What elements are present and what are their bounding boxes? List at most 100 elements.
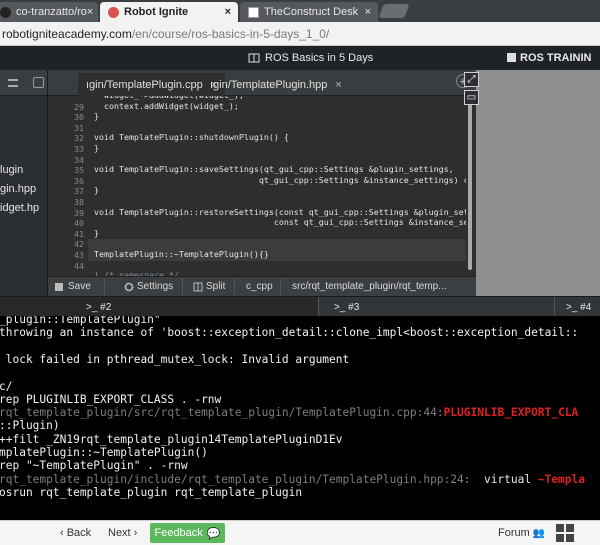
editor-status-bar: Save Settings Split c_cpp src/rqt_templa… bbox=[48, 276, 476, 296]
feedback-button[interactable]: Feedback 💬 bbox=[150, 523, 225, 543]
forum-label: Forum bbox=[498, 527, 530, 539]
line-number: 33 bbox=[74, 144, 84, 154]
code-area[interactable]: widget_->addWidget(widget_); context.add… bbox=[88, 96, 466, 276]
url-path: /en/course/ros-basics-in-5-days_1_0/ bbox=[131, 26, 330, 41]
line-number: 34 bbox=[74, 154, 84, 165]
line-number: 35 bbox=[74, 165, 84, 176]
terminal-line: c/ bbox=[0, 380, 12, 393]
editor-tab-bar: ıgin/TemplatePlugin.cpp × ıgin/TemplateP… bbox=[48, 70, 476, 96]
split-icon bbox=[193, 282, 203, 292]
code-line: context.addWidget(widget_); bbox=[94, 100, 239, 111]
line-number: 37 bbox=[74, 186, 84, 197]
settings-button[interactable]: Settings bbox=[137, 281, 173, 292]
monitor-icon[interactable]: ▭ bbox=[464, 90, 479, 105]
line-number: 30 bbox=[74, 112, 84, 123]
page-icon bbox=[248, 6, 259, 18]
ros-training-link[interactable]: ROS TRAININ bbox=[520, 52, 592, 64]
terminal-text: virtual bbox=[470, 472, 538, 486]
terminal-line: rep "~TemplatePlugin" . -rnw bbox=[0, 459, 188, 472]
url-host: robotigniteacademy.com bbox=[2, 26, 132, 41]
code-line: widget_->addWidget(widget_); bbox=[94, 96, 244, 100]
terminal-line: throwing an instance of 'boost::exceptio… bbox=[0, 326, 578, 339]
line-number: 39 bbox=[74, 207, 84, 218]
editor-tab-hpp[interactable]: ıgin/TemplatePlugin.hpp × bbox=[202, 73, 350, 96]
file-tree-item[interactable]: lugin bbox=[0, 164, 23, 176]
file-path: src/rqt_template_plugin/rqt_temp... bbox=[292, 281, 447, 292]
terminal-line: _plugin::TemplatePlugin" bbox=[0, 316, 161, 326]
language-mode[interactable]: c_cpp bbox=[246, 281, 273, 292]
terminal-line: ::Plugin) bbox=[0, 419, 60, 432]
editor-scrollbar[interactable] bbox=[468, 100, 472, 270]
back-button[interactable]: ‹ Back bbox=[60, 527, 91, 539]
line-number: 43 bbox=[74, 250, 84, 260]
code-line: } bbox=[94, 227, 99, 238]
line-number: 29 bbox=[74, 101, 84, 112]
save-button[interactable]: Save bbox=[68, 281, 91, 292]
terminal-text: PLUGINLIB_EXPORT_CLA bbox=[443, 406, 579, 420]
line-number: 36 bbox=[74, 175, 84, 186]
terminal-line: rqt_template_plugin/include/rqt_template… bbox=[0, 473, 585, 486]
next-button[interactable]: Next › bbox=[108, 527, 137, 539]
terminal-tab-label: >_ #3 bbox=[334, 301, 360, 313]
terminal-line: rqt_template_plugin/src/rqt_template_plu… bbox=[0, 406, 578, 419]
course-footer: ‹ Back Next › Feedback 💬 Forum 👥 bbox=[0, 520, 600, 545]
site-navbar: ROS Basics in 5 Days ROS TRAININ bbox=[0, 46, 600, 70]
terminal-text: rep PLUGINLIB_EXPORT_CLASS . -rnw bbox=[0, 392, 222, 406]
terminal-text: lock failed in pthread_mutex_lock: Inval… bbox=[0, 352, 350, 366]
line-number: 42 bbox=[74, 239, 84, 250]
code-line: void TemplatePlugin::shutdownPlugin() { bbox=[94, 132, 289, 143]
terminal-text: ::Plugin) bbox=[0, 419, 60, 433]
line-number: 38 bbox=[74, 197, 84, 207]
collapse-icon[interactable] bbox=[33, 77, 44, 88]
file-tree-item[interactable]: gin.hpp bbox=[0, 183, 36, 195]
address-bar[interactable]: robotigniteacademy.com/en/course/ros-bas… bbox=[0, 22, 600, 46]
terminal-line: rep PLUGINLIB_EXPORT_CLASS . -rnw bbox=[0, 393, 221, 406]
close-icon[interactable]: × bbox=[225, 6, 231, 18]
terminal-text: rqt_template_plugin/src/rqt_template_plu… bbox=[0, 406, 424, 420]
terminal-tab-3[interactable]: >_ #3 bbox=[318, 297, 554, 317]
terminal-tab-4[interactable]: >_ #4 bbox=[554, 297, 600, 317]
terminal-tab-label: >_ #2 bbox=[86, 301, 112, 313]
close-icon[interactable]: × bbox=[87, 6, 93, 18]
terminal-text: rqt_template_plugin/include/rqt_template… bbox=[0, 472, 471, 486]
grid-menu-icon[interactable] bbox=[556, 524, 574, 542]
line-gutter: 29 30 31 32 33 34 35 36 37 38 39 40 41 42 43 44 bbox=[48, 96, 88, 276]
menu-icon[interactable] bbox=[8, 79, 18, 87]
robot-ignite-icon bbox=[108, 6, 119, 18]
line-number: 40 bbox=[74, 218, 84, 229]
fullscreen-icon[interactable]: ⤢ bbox=[464, 72, 479, 87]
chat-icon: 💬 bbox=[206, 527, 221, 540]
browser-tab-github[interactable]: co-tranzatto/ro × bbox=[0, 2, 98, 22]
file-tree-item[interactable]: idget.hp bbox=[0, 202, 39, 214]
terminal-text: osrun rqt_template_plugin rqt_template_p… bbox=[0, 485, 303, 499]
browser-tab-label: Robot Ignite bbox=[124, 6, 189, 18]
code-line: } bbox=[94, 185, 99, 196]
close-icon[interactable]: × bbox=[335, 79, 341, 91]
forum-button[interactable]: Forum 👥 bbox=[498, 527, 545, 539]
course-icon bbox=[248, 53, 260, 63]
users-icon: 👥 bbox=[532, 528, 546, 539]
training-icon bbox=[507, 53, 516, 62]
terminal-text: ++filt _ZN19rqt_template_plugin14Templat… bbox=[0, 432, 343, 446]
line-number: 44 bbox=[74, 260, 84, 271]
course-title: ROS Basics in 5 Days bbox=[265, 52, 374, 64]
browser-tab-theconstruct[interactable]: TheConstruct Desk × bbox=[240, 2, 378, 22]
code-line: void TemplatePlugin::restoreSettings(con… bbox=[94, 206, 466, 217]
browser-tab-label: TheConstruct Desk bbox=[264, 6, 359, 18]
split-button[interactable]: Split bbox=[206, 281, 225, 292]
ide-panel: lugin gin.hpp idget.hp ıgin/TemplatePlug… bbox=[0, 70, 600, 296]
terminal-tab-bar: >_ #2 >_ #3 >_ #4 bbox=[0, 296, 600, 317]
new-tab-button[interactable] bbox=[378, 4, 410, 18]
save-icon bbox=[55, 283, 63, 291]
editor-tab-label: ıgin/TemplatePlugin.hpp bbox=[210, 78, 328, 91]
code-line: } bbox=[94, 143, 99, 153]
terminal-output[interactable]: _plugin::TemplatePlugin" throwing an inst… bbox=[0, 316, 600, 520]
code-line: qt_gui_cpp::Settings &instance_settings)… bbox=[94, 174, 466, 185]
terminal-tab-2[interactable]: >_ #2 bbox=[0, 297, 318, 317]
terminal-text: ~Templa bbox=[537, 472, 585, 486]
terminal-line: ++filt _ZN19rqt_template_plugin14Templat… bbox=[0, 433, 343, 446]
terminal-tab-label: >_ #4 bbox=[566, 301, 592, 313]
close-icon[interactable]: × bbox=[365, 6, 371, 18]
browser-tab-robot-ignite[interactable]: Robot Ignite × bbox=[100, 2, 238, 22]
feedback-label: Feedback bbox=[154, 527, 203, 539]
